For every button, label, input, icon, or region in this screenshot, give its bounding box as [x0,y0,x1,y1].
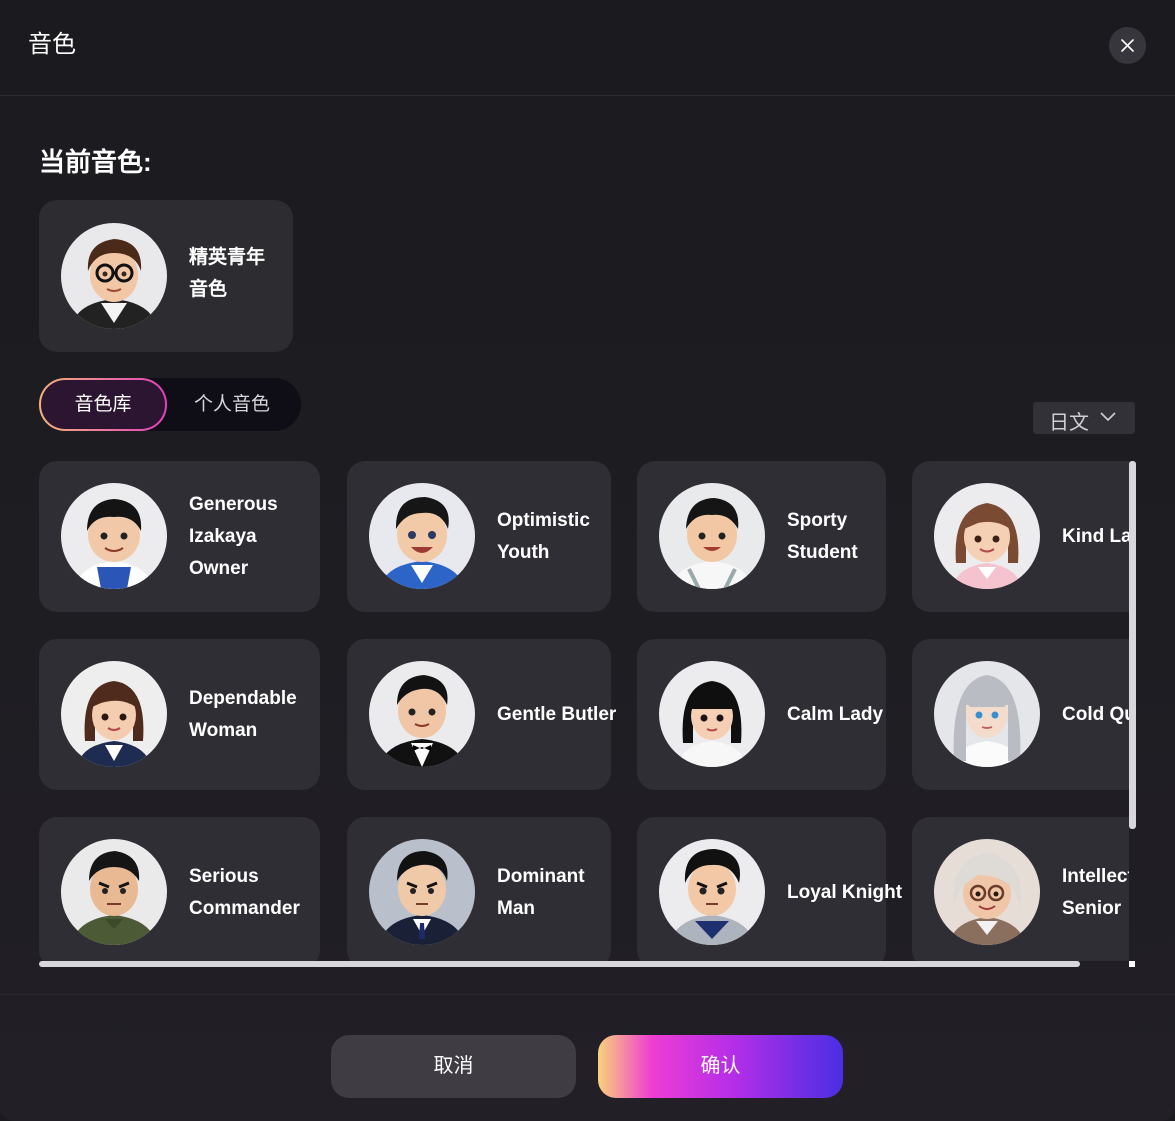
voice-card[interactable]: Calm Lady [637,639,886,790]
voice-avatar [659,483,765,589]
voice-avatar [61,661,167,767]
voice-name: Sporty Student [787,509,858,563]
current-voice-avatar [61,223,167,329]
voice-name: Cold Queen [1062,703,1129,725]
voice-grid: Generous Izakaya Owner Optimistic Youth … [39,461,1129,961]
voice-name: Calm Lady [787,703,884,725]
cancel-button[interactable]: 取消 [331,1035,576,1098]
voice-name: Gentle Butler [497,703,617,725]
scroll-corner [1129,961,1135,967]
confirm-button[interactable]: 确认 [598,1035,843,1098]
voice-card[interactable]: Gentle Butler [347,639,616,790]
current-voice-card: 精英青年音色 [39,200,293,352]
voice-name: Serious Commander [189,865,300,919]
voice-card[interactable]: Intellect Senior [912,817,1129,961]
language-select[interactable]: 日文 [1033,402,1135,434]
tab-voice-library[interactable]: 音色库 [39,378,167,431]
voice-avatar [659,839,765,945]
voice-name: Kind La [1062,525,1129,547]
footer-divider [0,994,1175,995]
voice-avatar [934,661,1040,767]
voice-dialog: 音色 当前音色: 精英青年音色 音色库 个人音色 日文 Generous Iza… [0,0,1175,1121]
voice-card[interactable]: Serious Commander [39,817,320,961]
language-select-value: 日文 [1049,412,1089,434]
voice-avatar [934,839,1040,945]
voice-card[interactable]: Sporty Student [637,461,886,612]
chevron-down-icon [1100,412,1116,422]
voice-card[interactable]: Generous Izakaya Owner [39,461,320,612]
voice-avatar [61,839,167,945]
voice-card[interactable]: Dependable Woman [39,639,320,790]
voice-source-tabs: 音色库 个人音色 [39,378,301,431]
voice-avatar [369,839,475,945]
tab-personal-voice[interactable]: 个人音色 [173,378,291,431]
voice-avatar [934,483,1040,589]
current-voice-name: 精英青年音色 [189,247,266,300]
voice-name: Loyal Knight [787,881,903,903]
close-button[interactable] [1109,27,1146,64]
voice-card[interactable]: Kind La [912,461,1129,612]
vertical-scrollbar[interactable] [1129,461,1136,829]
voice-avatar [659,661,765,767]
voice-card[interactable]: Cold Queen [912,639,1129,790]
voice-name: Dominant Man [497,865,585,919]
horizontal-scrollbar[interactable] [39,961,1080,967]
close-icon [1121,39,1134,52]
voice-avatar [369,661,475,767]
voice-card[interactable]: Dominant Man [347,817,611,961]
voice-card[interactable]: Optimistic Youth [347,461,611,612]
voice-name: Optimistic Youth [497,509,590,563]
current-voice-label: 当前音色: [39,147,152,177]
voice-card[interactable]: Loyal Knight [637,817,902,961]
voice-avatar [369,483,475,589]
voice-avatar [61,483,167,589]
voice-name: Generous Izakaya Owner [189,493,278,579]
dialog-title: 音色 [28,31,76,58]
dialog-header: 音色 [0,0,1175,96]
voice-name: Intellect Senior [1062,865,1129,919]
voice-name: Dependable Woman [189,687,297,741]
